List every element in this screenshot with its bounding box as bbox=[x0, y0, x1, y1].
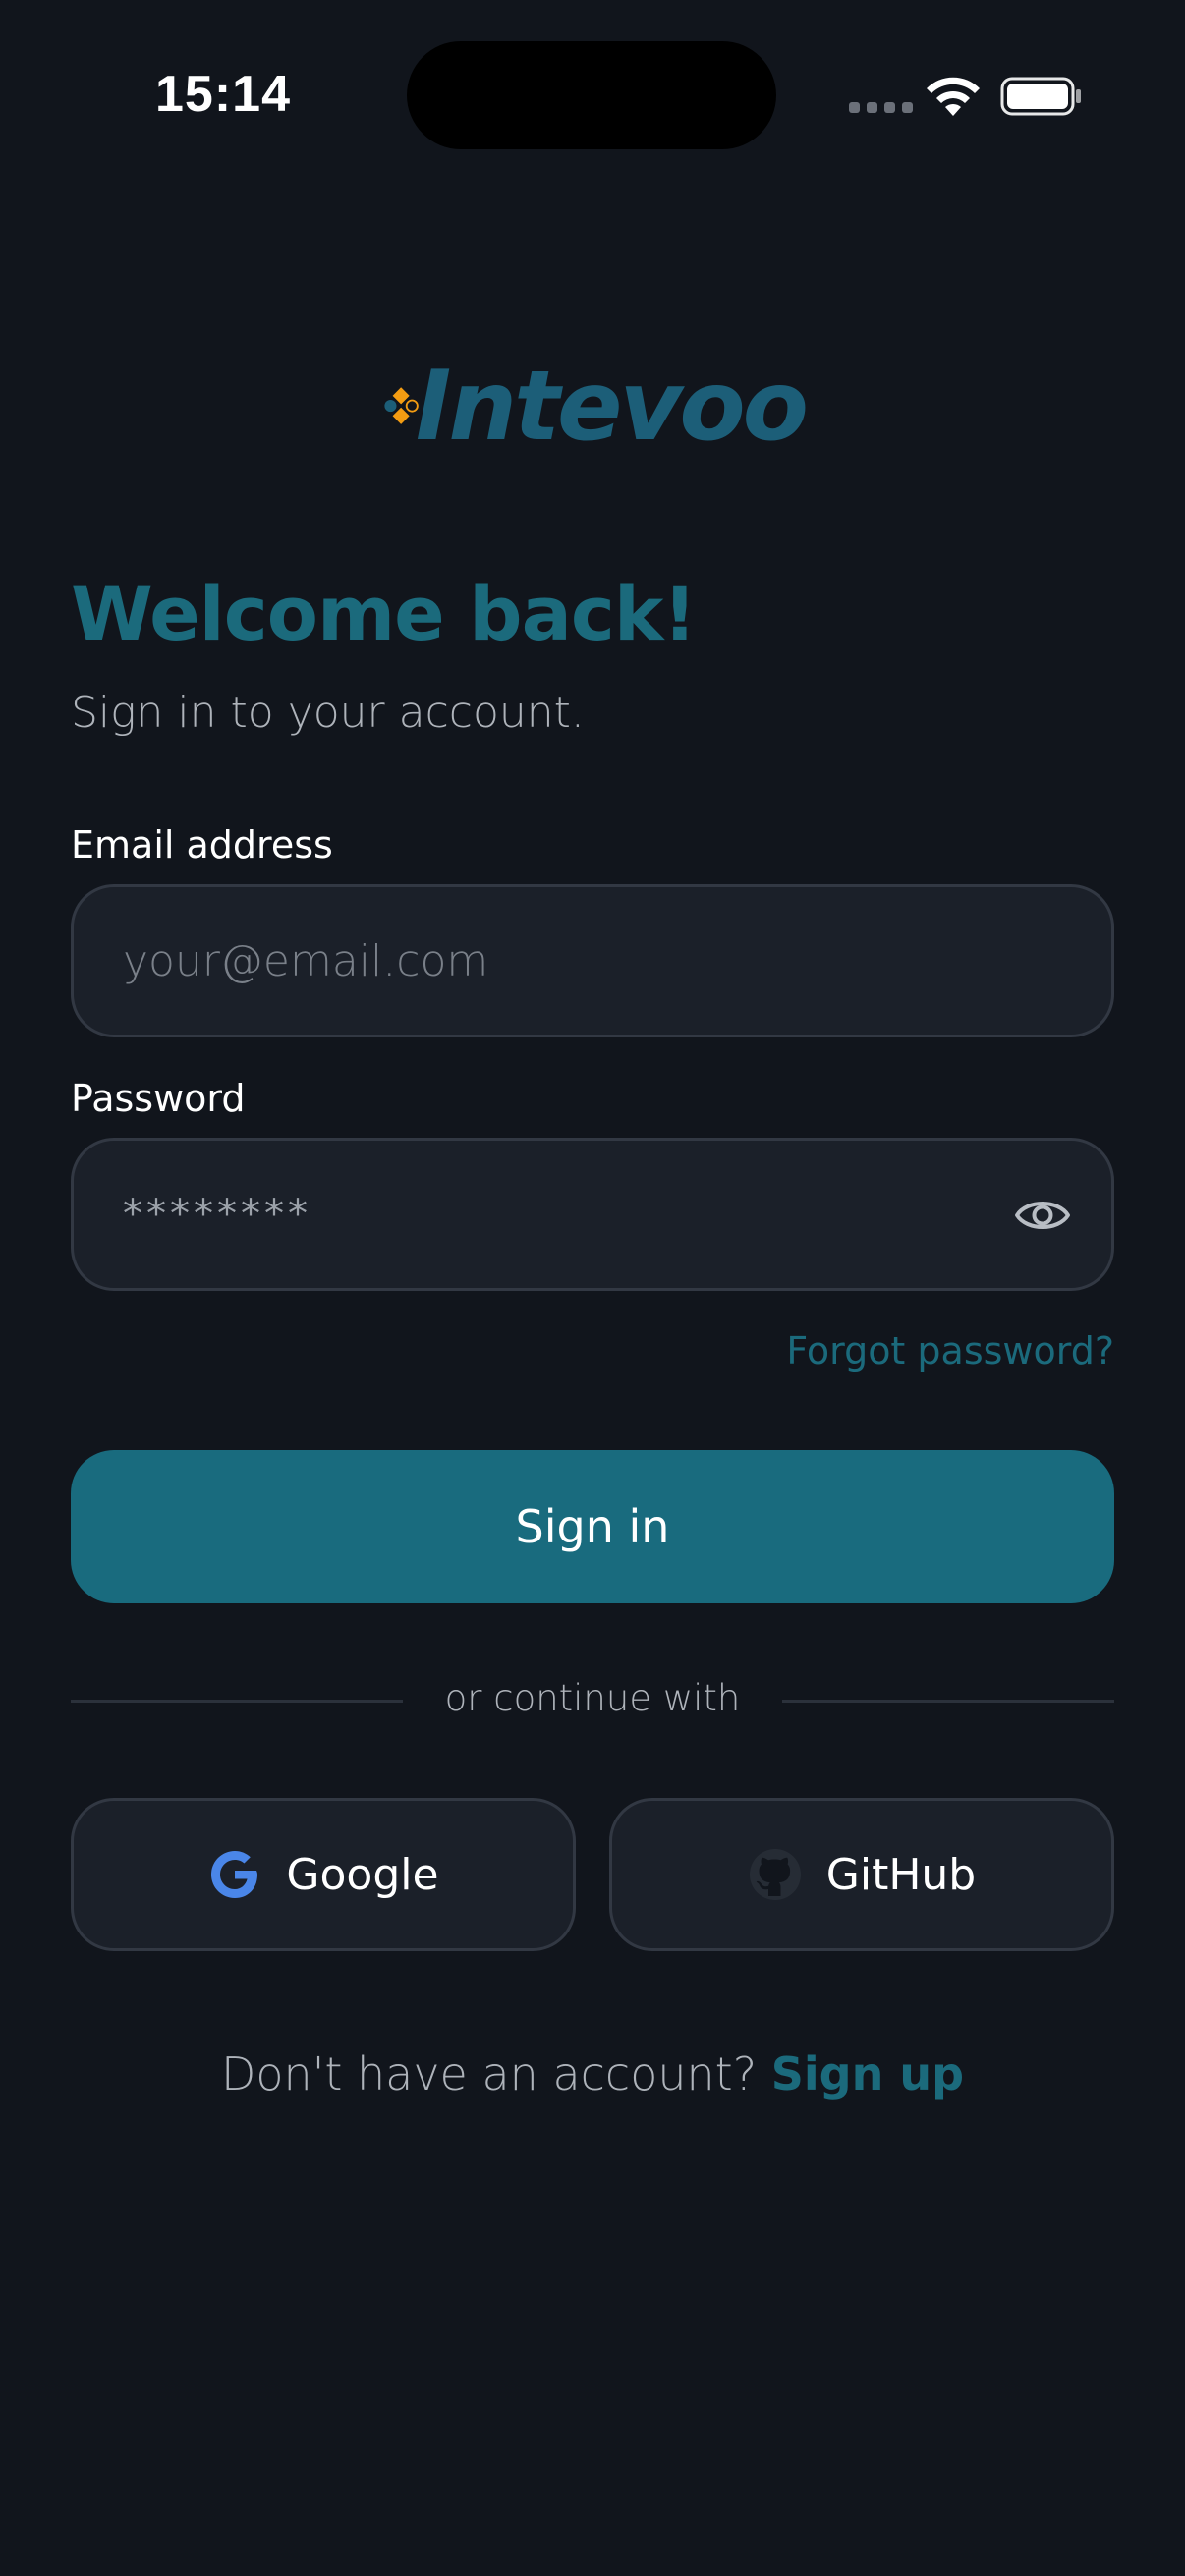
email-label: Email address bbox=[71, 823, 333, 867]
cellular-signal-icon bbox=[849, 102, 913, 113]
forgot-password-link[interactable]: Forgot password? bbox=[786, 1329, 1114, 1372]
github-button-label: GitHub bbox=[825, 1849, 977, 1900]
password-value: ******** bbox=[123, 1192, 311, 1237]
dynamic-island bbox=[407, 41, 776, 149]
sign-up-prompt: Don't have an account? Sign up bbox=[0, 2047, 1185, 2100]
page-title: Welcome back! bbox=[71, 570, 697, 657]
logo-mark-icon bbox=[384, 387, 419, 424]
brand-name: Intevoo bbox=[415, 351, 809, 463]
sign-in-button[interactable]: Sign in bbox=[71, 1450, 1114, 1603]
status-time: 15:14 bbox=[155, 66, 291, 123]
sign-up-prompt-text: Don't have an account? bbox=[220, 2047, 758, 2100]
brand-logo: Intevoo bbox=[383, 351, 809, 463]
email-field-container bbox=[71, 884, 1114, 1037]
google-icon bbox=[211, 1851, 258, 1898]
google-sign-in-button[interactable]: Google bbox=[71, 1798, 576, 1951]
wifi-icon bbox=[927, 77, 980, 116]
login-screen: 15:14 Intevoo Welcome back! Sign in to y… bbox=[0, 0, 1185, 2576]
google-button-label: Google bbox=[286, 1849, 439, 1900]
github-icon bbox=[749, 1849, 801, 1900]
password-field[interactable]: ******** bbox=[71, 1138, 1114, 1291]
eye-icon[interactable] bbox=[1013, 1186, 1072, 1245]
battery-icon bbox=[1000, 77, 1081, 116]
github-sign-in-button[interactable]: GitHub bbox=[609, 1798, 1114, 1951]
divider-text: or continue with bbox=[444, 1677, 741, 1719]
sign-up-link[interactable]: Sign up bbox=[771, 2047, 964, 2100]
email-field[interactable] bbox=[123, 935, 988, 986]
page-subtitle: Sign in to your account. bbox=[71, 688, 585, 738]
password-label: Password bbox=[71, 1077, 246, 1120]
